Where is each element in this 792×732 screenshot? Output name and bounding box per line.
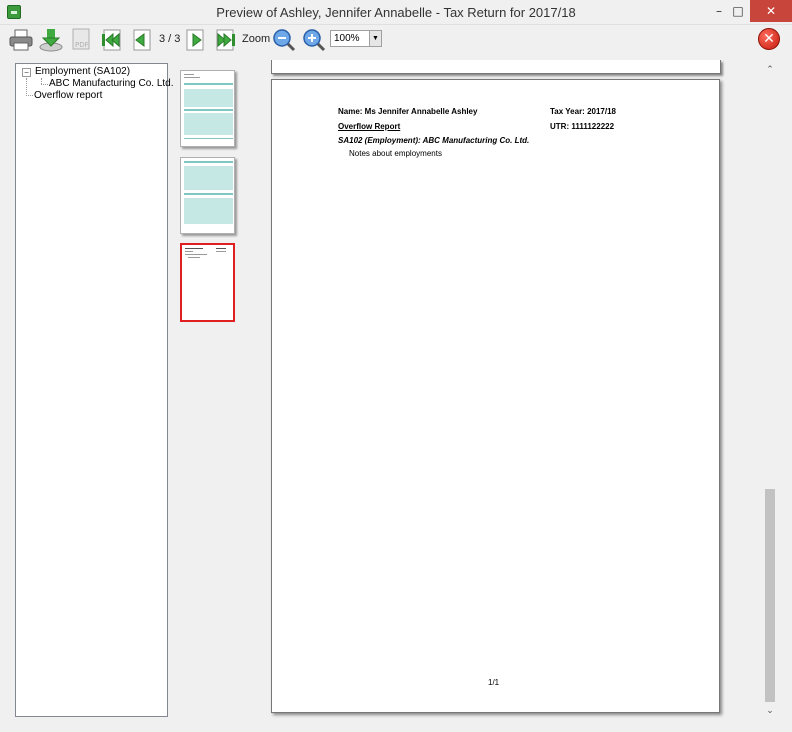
report-title: Overflow Report	[338, 122, 401, 131]
tree-item-abc-manufacturing[interactable]: ABC Manufacturing Co. Ltd.	[49, 78, 174, 89]
scrollbar-thumb[interactable]	[765, 489, 775, 702]
thumbnail-form-band	[184, 193, 233, 195]
zoom-in-icon	[303, 29, 326, 52]
toolbar: PDF 3 / 3 Zoom	[0, 25, 792, 55]
section-heading: SA102 (Employment): ABC Manufacturing Co…	[338, 136, 530, 145]
thumbnail-form-block	[184, 113, 233, 135]
pdf-icon: PDF	[72, 28, 90, 50]
thumbnail-text-line	[216, 251, 226, 252]
save-button[interactable]	[38, 27, 64, 53]
print-button[interactable]	[8, 27, 34, 53]
zoom-value: 100%	[334, 33, 360, 44]
thumbnail-text-line	[185, 254, 207, 255]
thumbnail-text-line	[184, 77, 200, 78]
last-page-button[interactable]	[213, 27, 239, 53]
close-window-button[interactable]: ✕	[750, 0, 792, 22]
page-thumbnail-3[interactable]	[180, 243, 235, 322]
chevron-down-icon[interactable]: ▼	[369, 31, 381, 46]
utr: UTR: 1111122222	[550, 122, 615, 131]
previous-page-button[interactable]	[128, 27, 154, 53]
svg-text:PDF: PDF	[75, 41, 89, 49]
tree-item-overflow-report[interactable]: Overflow report	[34, 90, 102, 101]
notes-text: Notes about employments	[349, 149, 442, 158]
next-page-icon	[186, 29, 204, 51]
tree-connector	[26, 78, 27, 94]
page-thumbnail-1[interactable]	[180, 70, 235, 147]
thumbnail-text-line	[216, 248, 226, 249]
thumbnail-form-block	[184, 89, 233, 107]
tax-year: Tax Year: 2017/18	[550, 107, 616, 116]
thumbnail-text-line	[185, 248, 203, 249]
first-page-icon	[102, 29, 121, 51]
pdf-button[interactable]: PDF	[68, 27, 94, 53]
tree-connector	[26, 95, 33, 96]
zoom-label: Zoom	[242, 33, 271, 45]
exit-icon: ✕	[763, 31, 775, 47]
preview-page: Name: Ms Jennifer Annabelle Ashley Tax Y…	[271, 79, 720, 713]
document-tree: − Employment (SA102) ABC Manufacturing C…	[15, 63, 174, 717]
previous-page-icon	[133, 29, 151, 51]
collapse-toggle[interactable]: −	[22, 68, 31, 77]
page-counter: 3 / 3	[159, 33, 181, 45]
thumbnail-form-band	[184, 109, 233, 111]
thumbnail-text-line	[185, 251, 193, 252]
maximize-button[interactable]: □	[725, 0, 751, 22]
previous-page-edge	[271, 60, 721, 74]
last-page-icon	[216, 29, 235, 51]
page-footer: 1/1	[488, 678, 500, 687]
page-thumbnail-2[interactable]	[180, 157, 235, 234]
tree-item-employment[interactable]: Employment (SA102)	[35, 66, 130, 77]
title-bar: Preview of Ashley, Jennifer Annabelle - …	[0, 0, 792, 25]
thumbnail-form-band	[184, 138, 233, 139]
tree-connector	[41, 84, 48, 85]
thumbnail-text-line	[188, 257, 200, 258]
next-page-button[interactable]	[183, 27, 209, 53]
scroll-down-icon[interactable]: ⌄	[763, 704, 777, 718]
zoom-out-button[interactable]	[271, 27, 297, 53]
vertical-scrollbar[interactable]: ⌃ ⌄	[763, 63, 777, 718]
thumbnail-form-block	[184, 166, 233, 190]
thumbnail-form-band	[184, 83, 233, 85]
exit-button[interactable]: ✕	[758, 28, 780, 50]
save-icon	[39, 29, 63, 52]
zoom-select[interactable]: 100% ▼	[330, 30, 382, 47]
zoom-in-button[interactable]	[301, 27, 327, 53]
scroll-up-icon[interactable]: ⌃	[763, 63, 777, 77]
thumbnail-form-block	[184, 198, 233, 224]
taxpayer-name: Name: Ms Jennifer Annabelle Ashley	[338, 107, 478, 116]
window-title: Preview of Ashley, Jennifer Annabelle - …	[216, 5, 576, 20]
first-page-button[interactable]	[98, 27, 124, 53]
zoom-out-icon	[273, 29, 296, 52]
thumbnail-text-line	[184, 74, 194, 75]
printer-icon	[9, 29, 33, 51]
thumbnail-form-band	[184, 161, 233, 163]
